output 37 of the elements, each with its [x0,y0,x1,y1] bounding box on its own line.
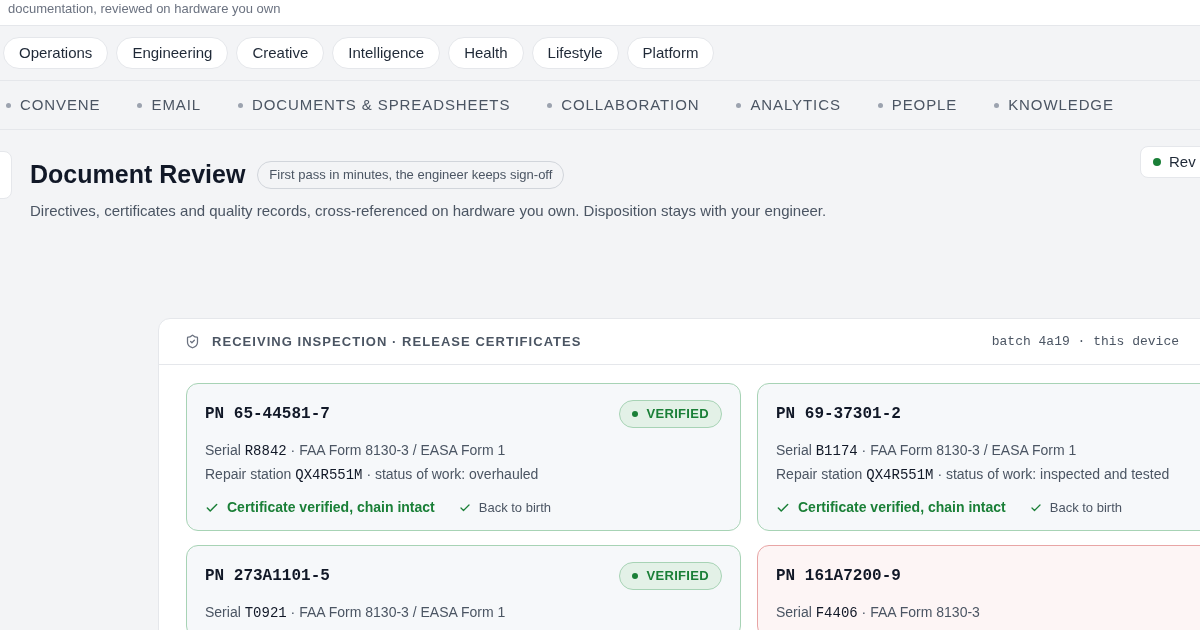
page-subtitle: Directives, certificates and quality records, cross-referenced on hardware you own. Disposition stays with your engineer. [30,200,828,221]
section-link[interactable]: KNOWLEDGE [994,93,1114,117]
batch-info: batch 4a19 · this device [991,332,1179,351]
category-tab[interactable]: Health [448,37,524,69]
check-label: Back to birth [1049,498,1122,517]
part-number: PN 69-37301-2 [776,404,901,425]
intro-text: documentation, reviewed on hardware you own [7,0,282,18]
section-link[interactable]: CONVENE [6,93,101,117]
page-title: Document Review [30,159,246,190]
panel-title: RECEIVING INSPECTION · RELEASE CERTIFICATES [212,332,582,351]
serial-line: Serial F4406 · FAA Form 8130-3 [776,603,981,623]
check-label: Certificate verified, chain intact [798,498,1006,517]
shield-icon [185,334,200,349]
category-tab[interactable]: Intelligence [332,37,441,69]
serial-line: Serial T0921 · FAA Form 8130-3 / EASA Form 1 [205,603,507,623]
category-tab[interactable]: Platform [626,37,715,69]
status-badge: VERIFIED [619,400,722,428]
serial-line: Serial R8842 · FAA Form 8130-3 / EASA Form 1 [205,441,507,461]
category-tab[interactable]: Operations [3,37,109,69]
part-number: PN 65-44581-7 [205,404,330,425]
check-label: Back to birth [478,498,551,517]
category-tab[interactable]: Lifestyle [531,37,619,69]
status-badge: VERIFIED [619,562,722,590]
station-line: Repair station QX4R551M · status of work: overhauled [205,465,540,485]
station-line: Repair station QX4R551M · status of work: inspected and tested [776,465,1171,485]
part-number: PN 273A1101-5 [205,566,330,587]
check-label: Certificate verified, chain intact [227,498,435,517]
part-number: PN 161A7200-9 [776,566,901,587]
category-tab[interactable]: Creative [236,37,325,69]
section-link[interactable]: ANALYTICS [736,93,841,117]
section-link[interactable]: DOCUMENTS & SPREADSHEETS [238,93,511,117]
category-tab[interactable]: Engineering [116,37,229,69]
section-link[interactable]: PEOPLE [877,93,958,117]
status-pill: Rev [1140,146,1200,178]
section-link[interactable]: COLLABORATION [547,93,700,117]
section-link[interactable]: EMAIL [137,93,201,117]
serial-line: Serial B1174 · FAA Form 8130-3 / EASA Form 1 [776,441,1078,461]
